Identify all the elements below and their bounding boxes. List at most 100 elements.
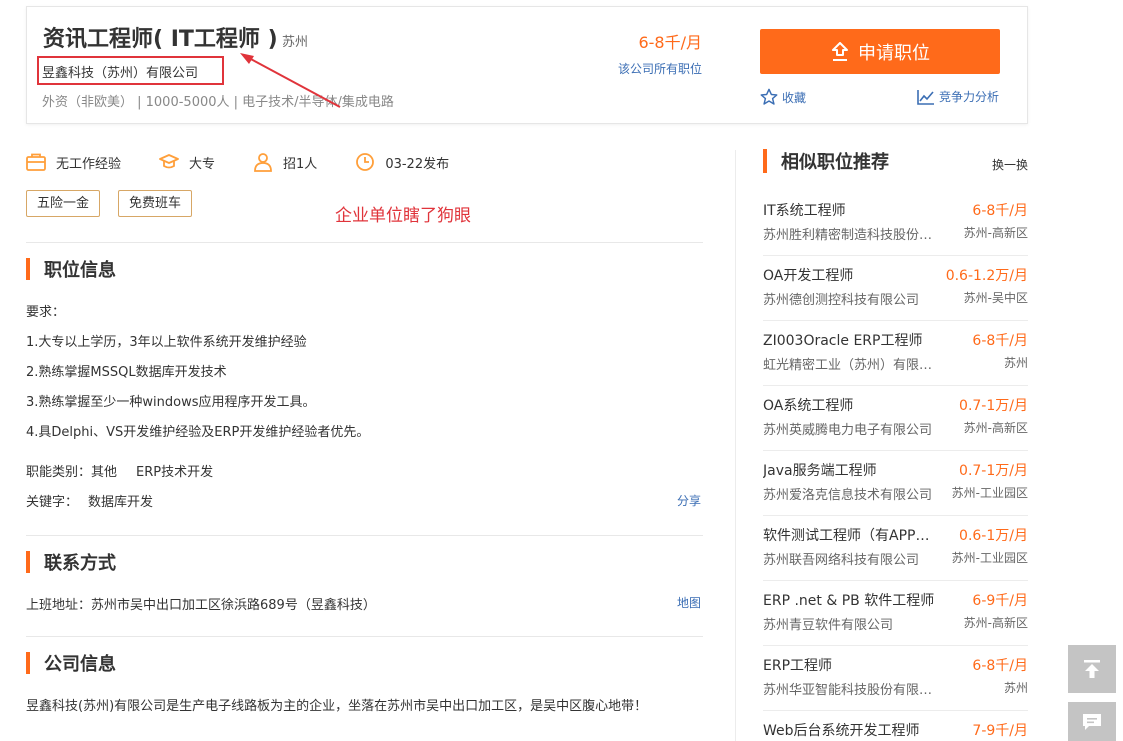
recommend-item[interactable]: ERP .net & PB 软件工程师 6-9千/月 苏州青豆软件有限公司 苏州… [763,581,1028,646]
recommend-job-salary: 7-9千/月 [972,723,1028,739]
recommend-job-salary: 0.6-1.2万/月 [945,268,1028,284]
recommend-item[interactable]: ZI003Oracle ERP工程师 6-8千/月 虹光精密工业（苏州）有限公司… [763,321,1028,386]
company-info-heading: 公司信息 [26,650,116,676]
recommend-job-title: ZI003Oracle ERP工程师 [763,333,923,349]
divider [26,535,703,536]
trend-chart-icon [917,89,934,105]
heading-accent-bar [26,551,30,573]
job-category-label: 职能类别： [26,465,92,480]
recommend-item[interactable]: OA系统工程师 0.7-1万/月 苏州英威腾电力电子有限公司 苏州-高新区 [763,386,1028,451]
job-category-value[interactable]: 其他 [91,465,117,480]
recommend-area: 苏州-工业园区 [951,486,1028,500]
divider [26,242,703,243]
job-info-heading: 职位信息 [26,256,116,282]
welfare-tag: 免费班车 [118,190,193,217]
published-item: 03-22发布 [355,152,449,172]
divider [26,636,703,637]
heading-accent-bar [763,149,767,173]
recommend-item[interactable]: OA开发工程师 0.6-1.2万/月 苏州德创测控科技有限公司 苏州-吴中区 [763,256,1028,321]
job-salary: 6-8千/月 [638,33,702,52]
recommend-company: 苏州青豆软件有限公司 [763,618,894,633]
column-divider [735,150,736,741]
recommend-item[interactable]: 软件测试工程师（有APP测试经验） 0.6-1万/月 苏州联吾网络科技有限公司 … [763,516,1028,581]
work-address: 上班地址：苏州市吴中出口加工区徐浜路689号（昱鑫科技） [26,598,376,613]
heading-accent-bar [26,258,30,280]
job-desc-line: 4.具Delphi、VS开发维护经验及ERP开发维护经验者优先。 [26,425,370,440]
job-category-value[interactable]: ERP技术开发 [136,465,213,480]
recommend-job-title: ERP .net & PB 软件工程师 [763,593,935,609]
headcount-item: 招1人 [253,152,317,172]
job-city: 苏州 [282,35,309,50]
recommend-item[interactable]: ERP工程师 6-8千/月 苏州华亚智能科技股份有限公司 苏州 [763,646,1028,711]
company-meta: 外资（非欧美） | 1000-5000人 | 电子技术/半导体/集成电路 [42,95,394,110]
recommend-job-title: ERP工程师 [763,658,833,674]
map-link[interactable]: 地图 [677,594,701,611]
briefcase-icon [26,153,46,171]
recommend-job-title: OA系统工程师 [763,398,854,414]
recommend-item[interactable]: Web后台系统开发工程师 7-9千/月 [763,711,1028,741]
job-category-row: 职能类别：其他 ERP技术开发 [26,461,213,480]
contact-heading: 联系方式 [26,549,116,575]
recommend-area: 苏州 [1003,681,1028,695]
experience-item: 无工作经验 [26,153,121,172]
recommend-job-salary: 6-8千/月 [972,333,1028,349]
feedback-button[interactable] [1068,702,1116,741]
recommend-area: 苏州-高新区 [963,616,1028,630]
job-keyword-row: 关键字： 数据库开发 [26,491,153,510]
recommend-title: 相似职位推荐 [781,152,889,173]
favorite-button[interactable]: 收藏 [760,88,806,106]
chat-bubble-icon [1083,713,1101,730]
recommend-area: 苏州 [1003,356,1028,370]
job-desc-line: 3.熟练掌握至少一种windows应用程序开发工具。 [26,395,316,410]
company-name-link[interactable]: 昱鑫科技（苏州）有限公司 [42,62,198,81]
recommend-company: 虹光精密工业（苏州）有限公司 [763,358,935,373]
recommend-heading: 相似职位推荐 [763,148,889,174]
recommend-job-title: Web后台系统开发工程师 [763,723,920,739]
clock-icon [356,153,375,171]
recommend-company: 苏州英威腾电力电子有限公司 [763,423,933,438]
recommend-area: 苏州-高新区 [963,421,1028,435]
experience-label: 无工作经验 [56,156,122,172]
headcount-label: 招1人 [283,156,318,172]
apply-button[interactable]: 申请职位 [760,29,1000,74]
education-item: 大专 [159,153,215,172]
person-icon [254,153,272,172]
recommend-company: 苏州华亚智能科技股份有限公司 [763,683,935,698]
recommend-job-salary: 6-8千/月 [972,203,1028,219]
recommend-area: 苏州-吴中区 [963,291,1028,305]
recommend-job-salary: 6-9千/月 [972,593,1028,609]
heading-accent-bar [26,652,30,674]
arrow-up-bar-icon [1084,660,1100,678]
job-keyword-value[interactable]: 数据库开发 [88,495,153,510]
company-info-title: 公司信息 [44,654,116,675]
star-icon [760,88,778,105]
published-label: 03-22发布 [385,156,450,172]
recommend-job-salary: 0.7-1万/月 [959,398,1028,414]
back-to-top-button[interactable] [1068,645,1116,693]
recommend-item[interactable]: IT系统工程师 6-8千/月 苏州胜利精密制造科技股份有限公司 苏州-高新区 [763,191,1028,256]
recommend-job-title: 软件测试工程师（有APP测试经验） [763,528,938,544]
recommend-area: 苏州-工业园区 [951,551,1028,565]
recommend-company: 苏州德创测控科技有限公司 [763,293,920,308]
education-label: 大专 [189,156,216,172]
company-intro: 昱鑫科技(苏州)有限公司是生产电子线路板为主的企业，坐落在苏州市吴中出口加工区，… [26,699,648,714]
upload-arrow-icon [832,41,848,61]
refresh-recommendations-link[interactable]: 换一换 [992,156,1028,173]
recommend-item[interactable]: Java服务端工程师 0.7-1万/月 苏州爱洛克信息技术有限公司 苏州-工业园… [763,451,1028,516]
recommend-job-title: Java服务端工程师 [763,463,877,479]
job-keyword-label: 关键字： [26,495,79,510]
job-requirements-row: 无工作经验 大专 招1人 03-22发布 [26,150,487,174]
competitiveness-label: 竞争力分析 [938,90,999,104]
job-desc-line: 要求： [26,305,66,320]
recommend-job-salary: 0.6-1万/月 [959,528,1028,544]
competitiveness-analysis-link[interactable]: 竞争力分析 [917,88,999,105]
recommend-job-salary: 0.7-1万/月 [959,463,1028,479]
contact-title: 联系方式 [44,553,116,574]
graduation-cap-icon [159,154,179,169]
share-link[interactable]: 分享 [677,492,701,509]
job-header-card: 资讯工程师( IT工程师 ) 苏州 昱鑫科技（苏州）有限公司 外资（非欧美） |… [26,6,1028,124]
recommend-company: 苏州联吾网络科技有限公司 [763,553,920,568]
job-title: 资讯工程师( IT工程师 ) [43,27,278,52]
company-all-jobs-link[interactable]: 该公司所有职位 [618,60,702,77]
recommend-area: 苏州-高新区 [963,226,1028,240]
